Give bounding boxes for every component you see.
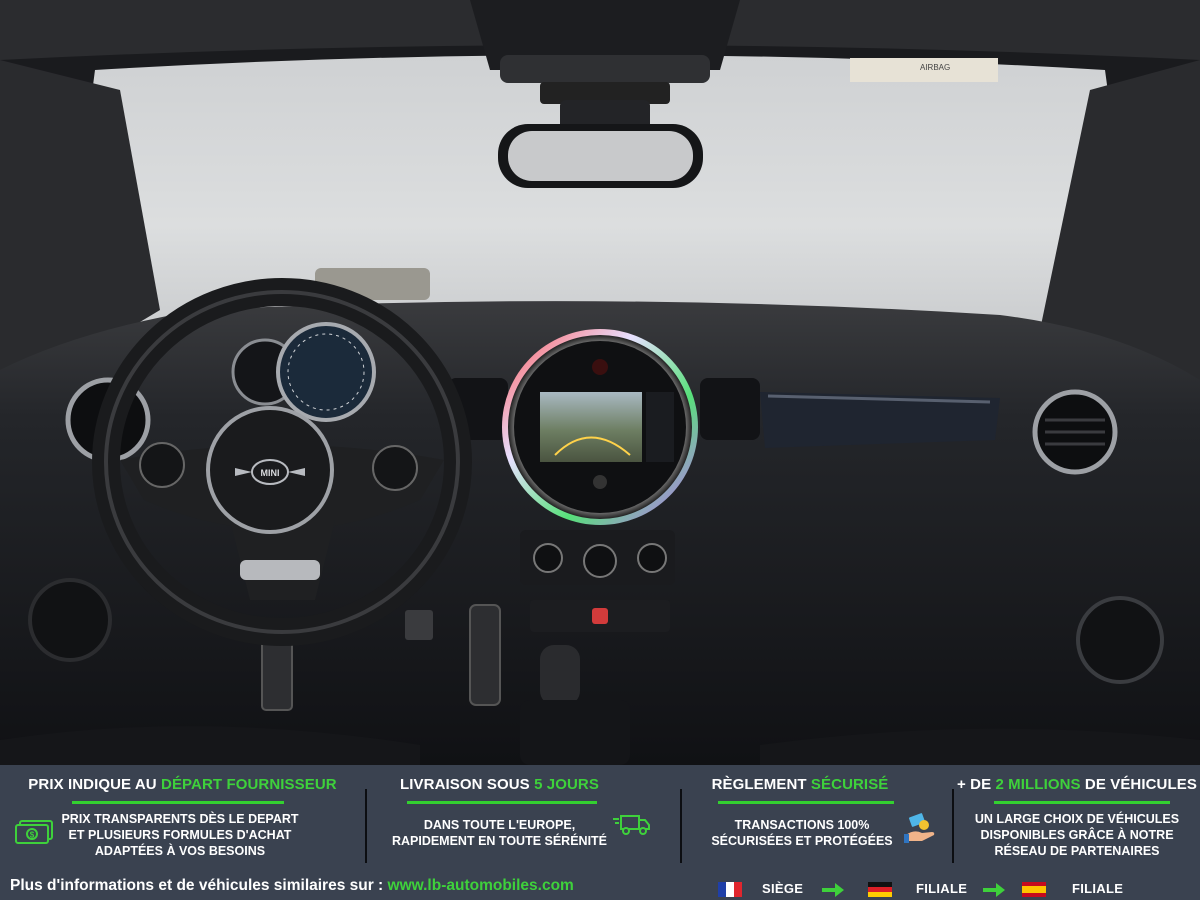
- arrow-right-icon: [983, 883, 1005, 897]
- feature-departure-price: PRIX INDIQUE AU DÉPART FOURNISSEUR $ PRI…: [0, 765, 365, 871]
- france-flag-icon: [718, 882, 742, 897]
- title-underline: [994, 801, 1170, 804]
- info-banner: PRIX INDIQUE AU DÉPART FOURNISSEUR $ PRI…: [0, 765, 1200, 900]
- title-underline: [407, 801, 597, 804]
- feature-title: PRIX INDIQUE AU DÉPART FOURNISSEUR: [28, 776, 337, 793]
- footer-info-text: Plus d'informations et de véhicules simi…: [10, 877, 574, 894]
- feature-title: + DE 2 MILLIONS DE VÉHICULES: [957, 776, 1197, 793]
- delivery-truck-icon: [613, 811, 651, 842]
- location-label: FILIALE: [1072, 881, 1124, 896]
- feature-secure-payment: RÈGLEMENT SÉCURISÉ TRANSACTIONS 100% SÉC…: [682, 765, 952, 871]
- feature-description: UN LARGE CHOIX DE VÉHICULES DISPONIBLES …: [974, 812, 1180, 858]
- airbag-label: AIRBAG: [920, 63, 950, 72]
- feature-description: DANS TOUTE L'EUROPE, RAPIDEMENT EN TOUTE…: [391, 818, 608, 848]
- feature-vehicle-choice: + DE 2 MILLIONS DE VÉHICULES UN LARGE CH…: [954, 765, 1200, 871]
- title-underline: [718, 801, 894, 804]
- arrow-right-icon: [822, 883, 844, 897]
- location-label: FILIALE: [916, 881, 968, 896]
- feature-title: RÈGLEMENT SÉCURISÉ: [711, 776, 889, 793]
- feature-description: PRIX TRANSPARENTS DÈS LE DEPART ET PLUSI…: [61, 812, 299, 858]
- dashboard-photo: AIRBAG MINI: [0, 0, 1200, 765]
- mini-badge: MINI: [261, 468, 280, 478]
- location-label: SIÈGE: [762, 881, 804, 896]
- feature-title: LIVRAISON SOUS 5 JOURS: [400, 776, 599, 793]
- svg-text:$: $: [30, 831, 35, 840]
- feature-description: TRANSACTIONS 100% SÉCURISÉES ET PROTÉGÉE…: [711, 818, 893, 848]
- money-icon: $: [14, 819, 54, 850]
- banner-footer: Plus d'informations et de véhicules simi…: [0, 871, 1200, 900]
- germany-flag-icon: [868, 882, 892, 897]
- title-underline: [72, 801, 284, 804]
- spain-flag-icon: [1022, 882, 1046, 897]
- payment-hand-icon: [904, 813, 938, 850]
- website-link[interactable]: www.lb-automobiles.com: [388, 877, 574, 894]
- feature-delivery: LIVRAISON SOUS 5 JOURS DANS TOUTE L'EURO…: [367, 765, 679, 871]
